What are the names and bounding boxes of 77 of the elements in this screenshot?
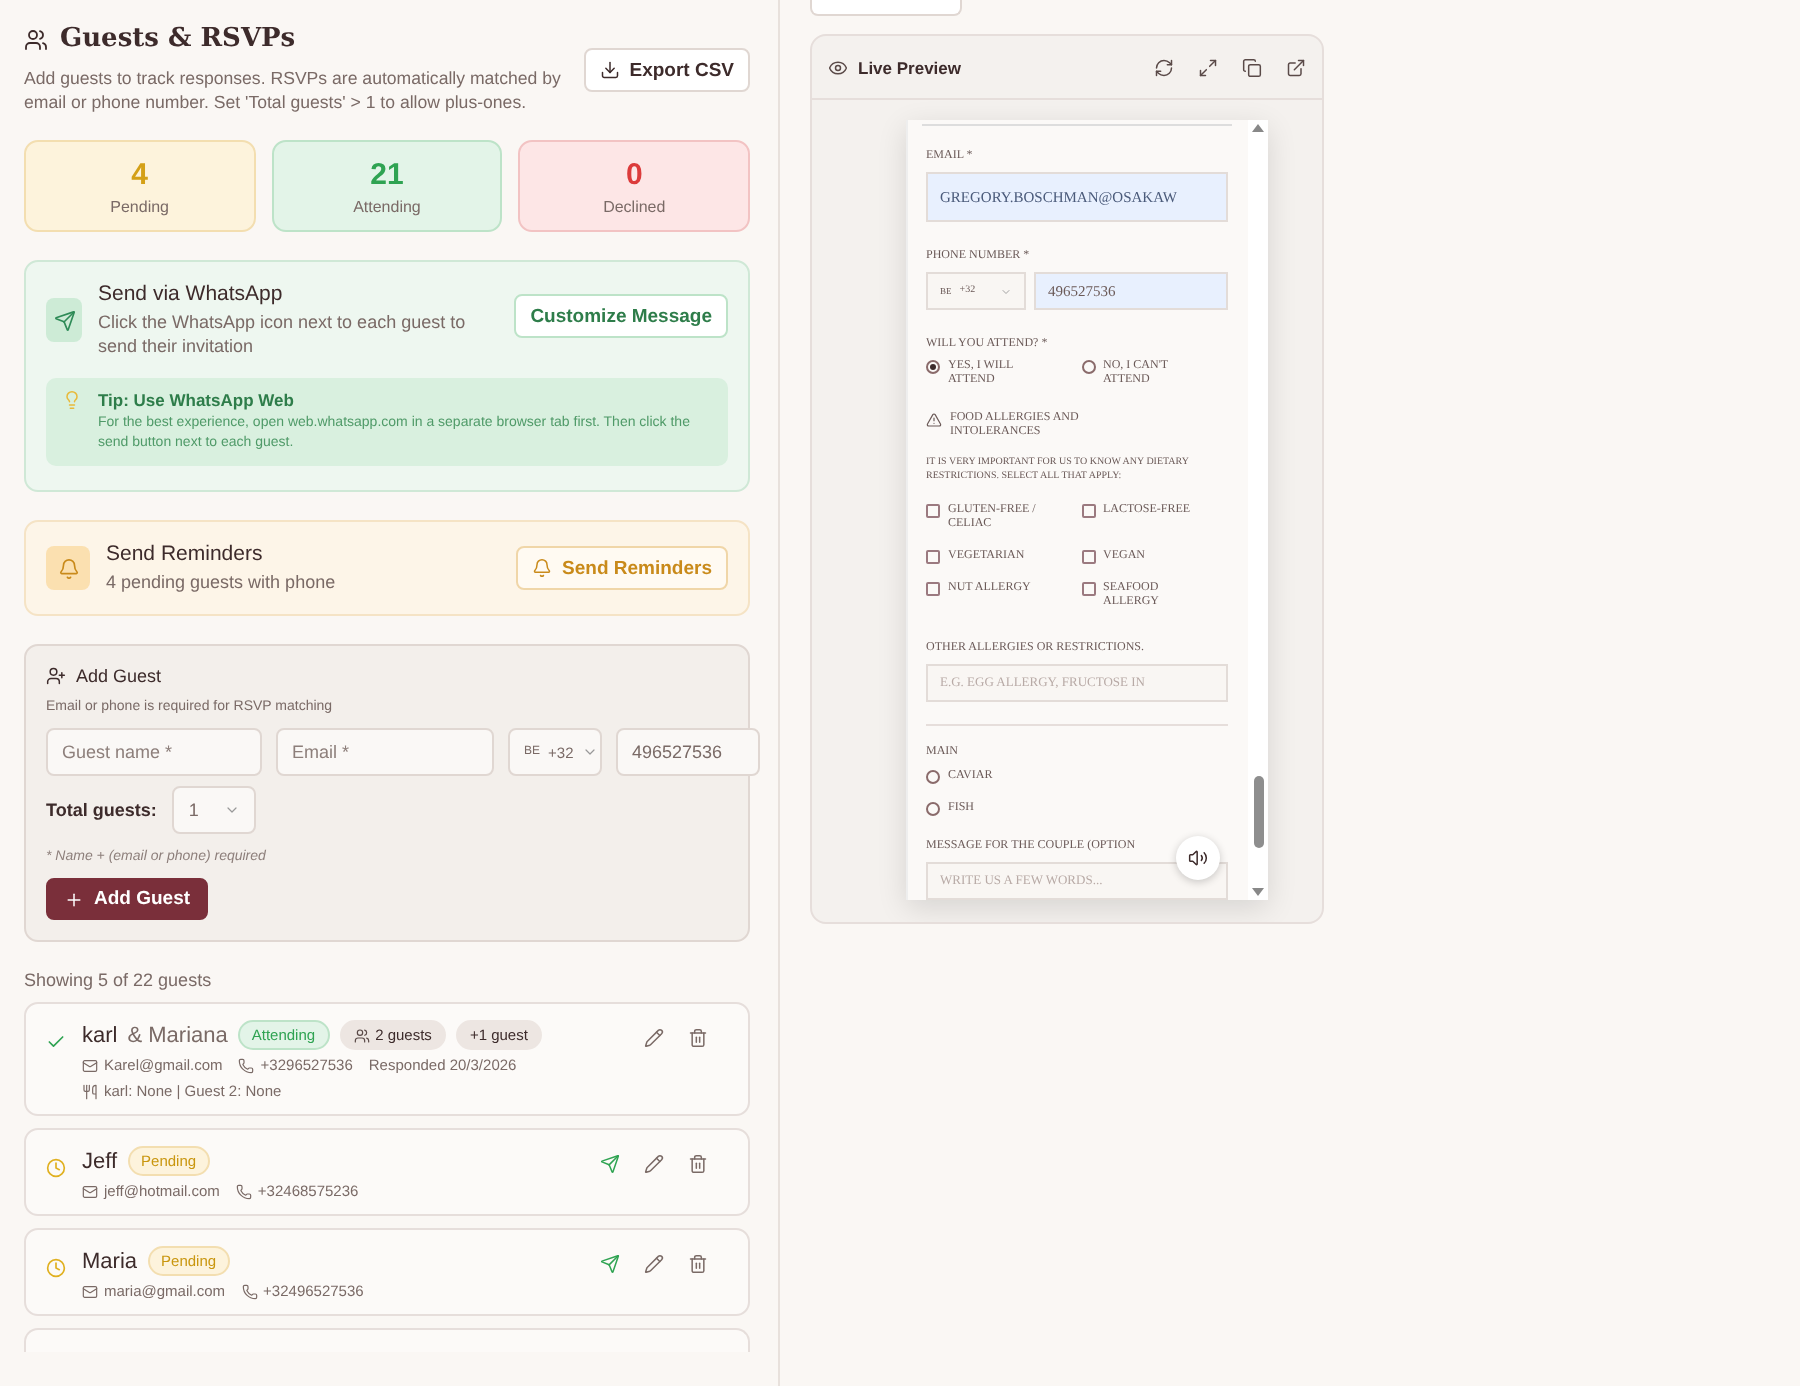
guest-count: Showing 5 of 22 guests	[24, 970, 214, 990]
chevron-icon	[1000, 285, 1012, 297]
guest-name: karl	[82, 1023, 118, 1047]
tip-title: Tip: Use WhatsApp Web	[98, 390, 296, 410]
email-field[interactable]: Email *	[276, 728, 494, 776]
panel-title: Add Guest	[76, 666, 162, 686]
total-guests-select[interactable]: 1	[172, 786, 257, 834]
card-text: 4 pending guests with phone	[106, 570, 338, 594]
eye-icon	[828, 57, 848, 77]
speaker-icon	[1188, 848, 1208, 868]
stat-label: Declined	[603, 197, 666, 215]
stat-label: Pending	[110, 197, 169, 215]
phone-field[interactable]: 496527536	[616, 728, 760, 776]
send-icon	[600, 1254, 620, 1274]
chevron-icon	[224, 802, 241, 818]
guest-name-field[interactable]: Guest name *	[46, 728, 262, 776]
expand-icon	[1198, 57, 1218, 77]
card-title: Send Reminders	[106, 542, 265, 566]
stat-value: 0	[625, 157, 643, 191]
stat-label: Attending	[353, 197, 421, 215]
trash-icon	[688, 1254, 708, 1274]
delete-button[interactable]	[688, 1154, 708, 1174]
export-csv-button[interactable]: Export CSV	[583, 48, 750, 92]
phone-icon	[241, 1283, 258, 1299]
scrollbar[interactable]	[1248, 120, 1268, 900]
pencil-icon	[644, 1154, 664, 1174]
edit-button[interactable]	[644, 1154, 664, 1174]
user-plus-icon	[46, 666, 66, 686]
card-title: Send via WhatsApp	[98, 282, 285, 306]
total-guests-label: Total guests:	[46, 800, 157, 820]
send-whatsapp-button[interactable]	[600, 1254, 620, 1274]
copy-button[interactable]	[1242, 57, 1262, 77]
edit-button[interactable]	[644, 1254, 664, 1274]
download-icon	[599, 60, 620, 80]
guest-name: Jeff	[82, 1149, 118, 1173]
bell-icon	[57, 557, 79, 579]
external-link-icon	[1286, 57, 1306, 77]
phone-icon	[238, 1057, 255, 1073]
plus-icon	[64, 889, 84, 909]
delete-button[interactable]	[688, 1254, 708, 1274]
card-text: Click the WhatsApp icon next to each guest to send their invitation	[98, 310, 468, 358]
users-icon	[353, 1027, 370, 1043]
mail-icon	[82, 1057, 98, 1073]
pencil-icon	[644, 1028, 664, 1048]
send-icon	[53, 309, 75, 331]
refresh-button[interactable]	[1154, 57, 1174, 77]
customize-message-button[interactable]: Customize Message	[514, 294, 728, 338]
section-description: Add guests to track responses. RSVPs are automatically matched by email or phone number. Set 'Total guests' > 1 to allow plus-ones.	[24, 66, 563, 114]
utensils-icon	[82, 1083, 98, 1099]
edit-button[interactable]	[644, 1028, 664, 1048]
preview-title: Live Preview	[858, 57, 964, 77]
add-guest-button[interactable]: Add Guest	[46, 878, 209, 920]
open-external-button[interactable]	[1286, 57, 1306, 77]
trash-icon	[688, 1028, 708, 1048]
stat-value: 4	[131, 157, 148, 191]
scroll-up-icon[interactable]	[1252, 124, 1264, 132]
send-icon	[600, 1154, 620, 1174]
phone-icon	[235, 1183, 252, 1199]
scroll-down-icon[interactable]	[1252, 888, 1264, 896]
bell-icon	[532, 558, 553, 578]
chevron-icon	[581, 744, 598, 760]
expand-button[interactable]	[1198, 57, 1218, 77]
trash-icon	[688, 1154, 708, 1174]
stat-value: 21	[370, 157, 404, 191]
guest-name: Maria	[82, 1249, 138, 1273]
mail-icon	[82, 1183, 98, 1199]
warning-icon	[926, 412, 942, 428]
section-title: Guests & RSVPs	[60, 24, 296, 54]
refresh-icon	[1154, 57, 1174, 77]
lightbulb-icon	[62, 390, 82, 410]
partner-name: & Mariana	[127, 1023, 228, 1047]
copy-icon	[1242, 57, 1262, 77]
pencil-icon	[644, 1254, 664, 1274]
mail-icon	[82, 1283, 98, 1299]
send-whatsapp-button[interactable]	[600, 1154, 620, 1174]
users-icon	[24, 27, 48, 51]
delete-button[interactable]	[688, 1028, 708, 1048]
